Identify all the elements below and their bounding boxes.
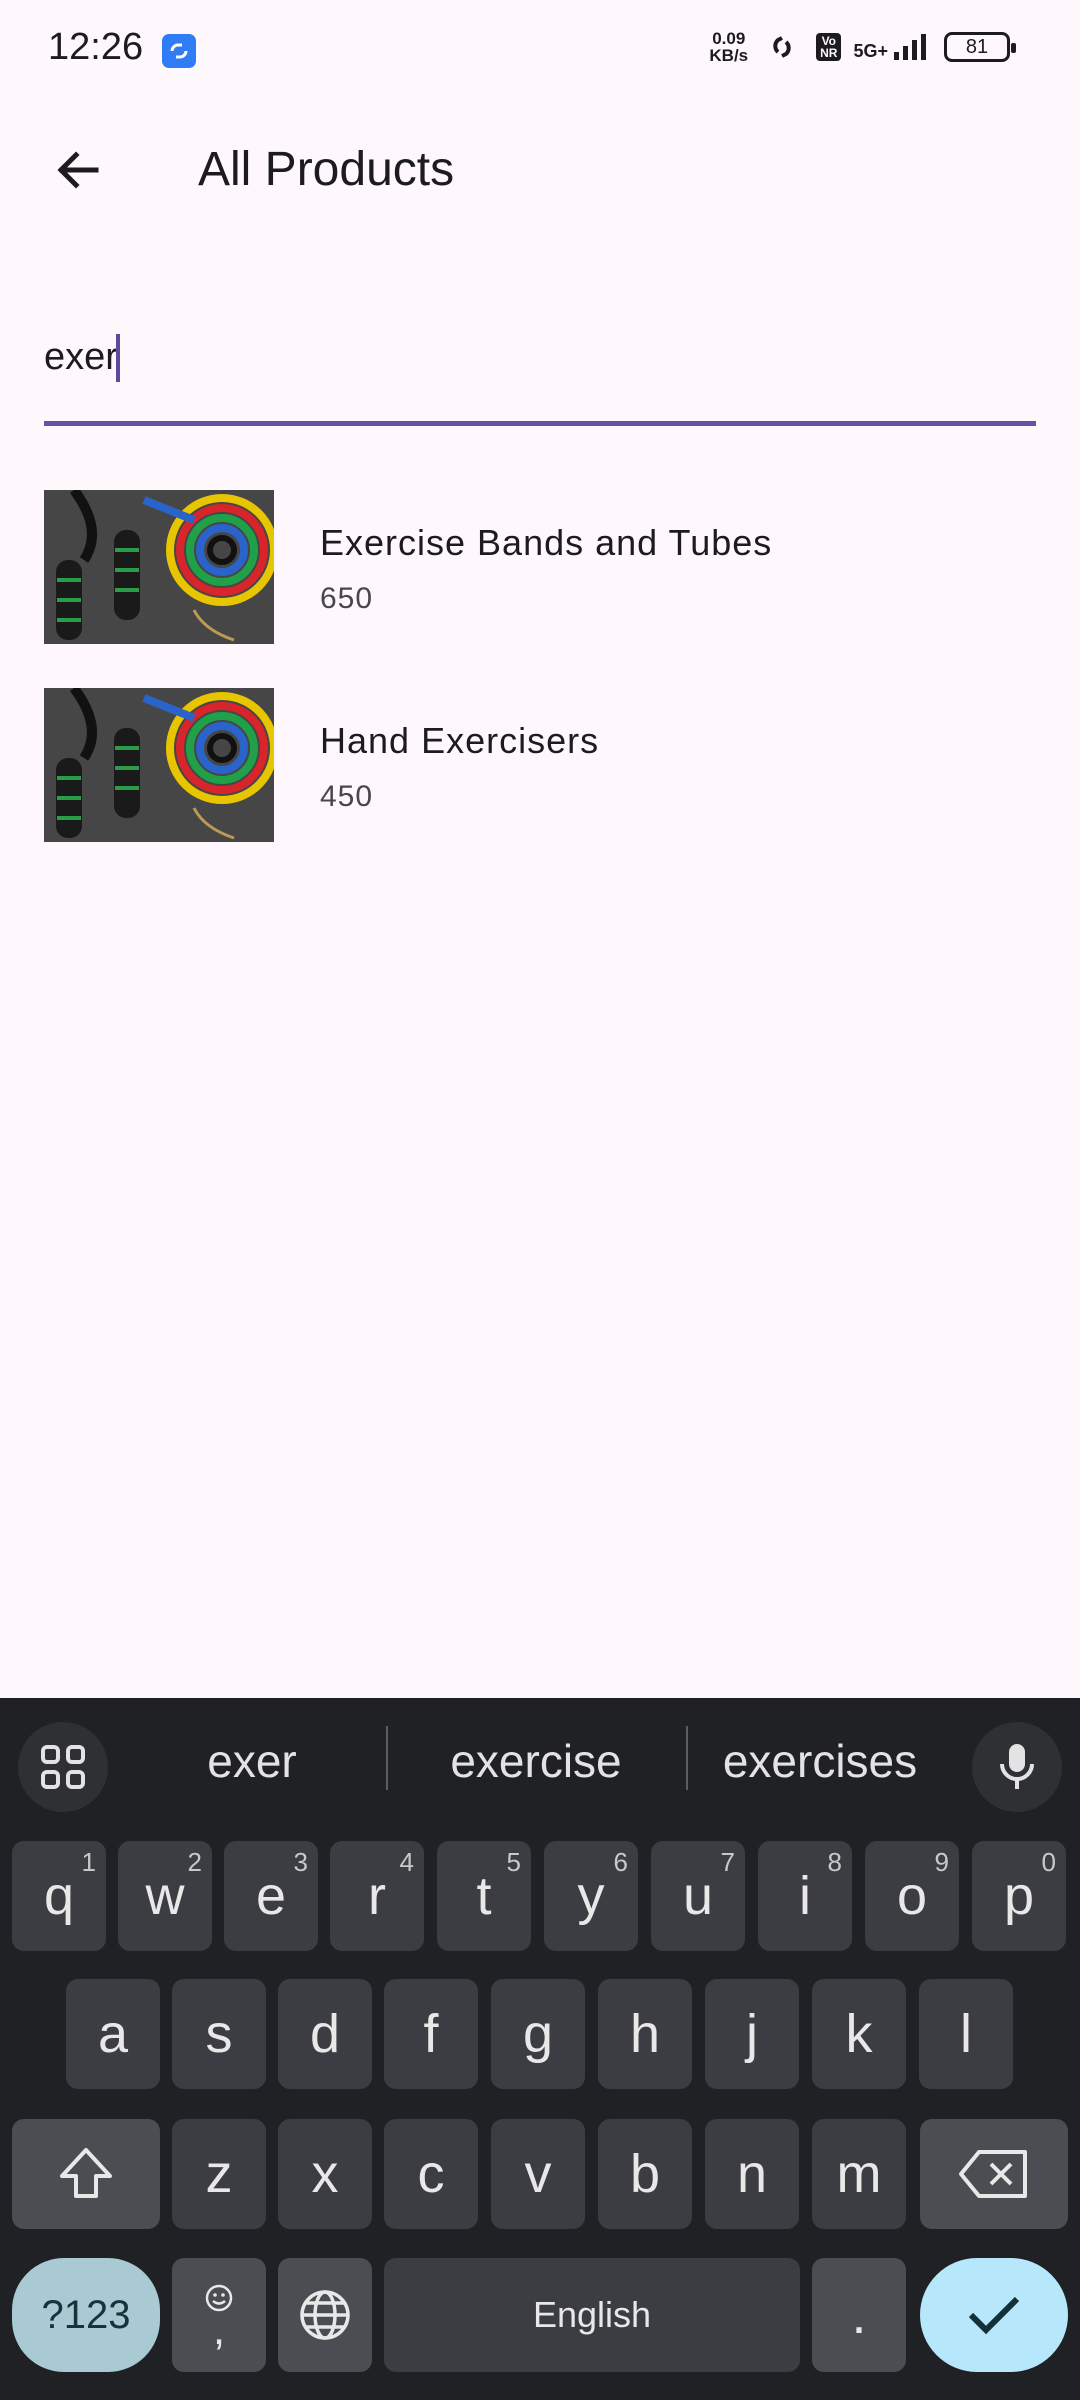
key-d[interactable]: d xyxy=(278,1979,372,2089)
enter-key[interactable] xyxy=(920,2258,1068,2372)
key-c[interactable]: c xyxy=(384,2119,478,2229)
key-g[interactable]: g xyxy=(491,1979,585,2089)
product-name: Exercise Bands and Tubes xyxy=(320,522,773,563)
backspace-key[interactable] xyxy=(920,2119,1068,2229)
key-n[interactable]: n xyxy=(705,2119,799,2229)
link-icon xyxy=(773,36,791,58)
product-price: 450 xyxy=(320,780,374,813)
key-l[interactable]: l xyxy=(919,1979,1013,2089)
search-underline xyxy=(44,421,1036,426)
globe-icon xyxy=(300,2290,350,2340)
product-list-item[interactable]: Hand Exercisers 450 xyxy=(0,678,1080,876)
search-input-value: exer xyxy=(44,336,118,378)
key-t[interactable]: t5 xyxy=(437,1841,531,1951)
key-h[interactable]: h xyxy=(598,1979,692,2089)
key-o[interactable]: o9 xyxy=(865,1841,959,1951)
backspace-icon xyxy=(959,2150,1027,2198)
suggestion-item[interactable]: exer xyxy=(112,1734,392,1788)
key-m[interactable]: m xyxy=(812,2119,906,2229)
shift-icon xyxy=(60,2148,112,2198)
soft-keyboard: exer exercise exercises q1 w2 e3 r4 t5 y… xyxy=(0,1698,1080,2400)
language-key[interactable] xyxy=(278,2258,372,2372)
arrow-back-icon xyxy=(57,151,99,189)
key-w[interactable]: w2 xyxy=(118,1841,212,1951)
emoji-comma-key[interactable]: , xyxy=(172,2258,266,2372)
app-bar: All Products xyxy=(0,100,1080,240)
space-key[interactable]: English xyxy=(384,2258,800,2372)
page-title: All Products xyxy=(198,143,455,196)
shift-key[interactable] xyxy=(12,2119,160,2229)
key-f[interactable]: f xyxy=(384,1979,478,2089)
search-input[interactable]: exer xyxy=(44,320,1036,426)
microphone-icon xyxy=(1000,1744,1034,1789)
key-a[interactable]: a xyxy=(66,1979,160,2089)
status-time: 12:26 xyxy=(48,26,144,68)
product-name: Hand Exercisers xyxy=(320,720,600,761)
key-y[interactable]: y6 xyxy=(544,1841,638,1951)
grid-icon xyxy=(41,1745,85,1789)
product-price: 650 xyxy=(320,582,374,615)
product-image xyxy=(44,490,274,644)
key-p[interactable]: p0 xyxy=(972,1841,1066,1951)
check-icon xyxy=(968,2296,1020,2335)
battery-indicator: 81 xyxy=(944,32,1016,62)
network-speed: 0.09 KB/s xyxy=(709,29,749,65)
key-z[interactable]: z xyxy=(172,2119,266,2229)
key-j[interactable]: j xyxy=(705,1979,799,2089)
suggestion-item[interactable]: exercise xyxy=(396,1734,676,1788)
key-s[interactable]: s xyxy=(172,1979,266,2089)
period-key[interactable]: . xyxy=(812,2258,906,2372)
key-k[interactable]: k xyxy=(812,1979,906,2089)
key-q[interactable]: q1 xyxy=(12,1841,106,1951)
product-image xyxy=(44,688,274,842)
keyboard-apps-button[interactable] xyxy=(18,1722,108,1812)
suggestion-bar: exer exercise exercises xyxy=(0,1698,1080,1818)
volte-badge: Vo NR xyxy=(816,33,842,61)
symbols-key[interactable]: ?123 xyxy=(12,2258,160,2372)
status-bar: 12:26 0.09 KB/s Vo NR 5G+ 81 xyxy=(0,0,1080,100)
text-caret xyxy=(116,334,120,382)
suggestion-item[interactable]: exercises xyxy=(680,1734,960,1788)
key-e[interactable]: e3 xyxy=(224,1841,318,1951)
back-button[interactable] xyxy=(38,130,118,210)
key-b[interactable]: b xyxy=(598,2119,692,2229)
product-list-item[interactable]: Exercise Bands and Tubes 650 xyxy=(0,480,1080,678)
product-list: Exercise Bands and Tubes 650 Hand Exerci… xyxy=(0,480,1080,876)
key-x[interactable]: x xyxy=(278,2119,372,2229)
app-notification-icon xyxy=(162,34,196,68)
key-v[interactable]: v xyxy=(491,2119,585,2229)
signal-icon: 5G+ xyxy=(853,32,932,62)
suggestion-divider xyxy=(386,1726,388,1790)
status-icons: 0.09 KB/s Vo NR 5G+ 81 xyxy=(709,29,1016,65)
voice-input-button[interactable] xyxy=(972,1722,1062,1812)
key-u[interactable]: u7 xyxy=(651,1841,745,1951)
key-i[interactable]: i8 xyxy=(758,1841,852,1951)
key-r[interactable]: r4 xyxy=(330,1841,424,1951)
